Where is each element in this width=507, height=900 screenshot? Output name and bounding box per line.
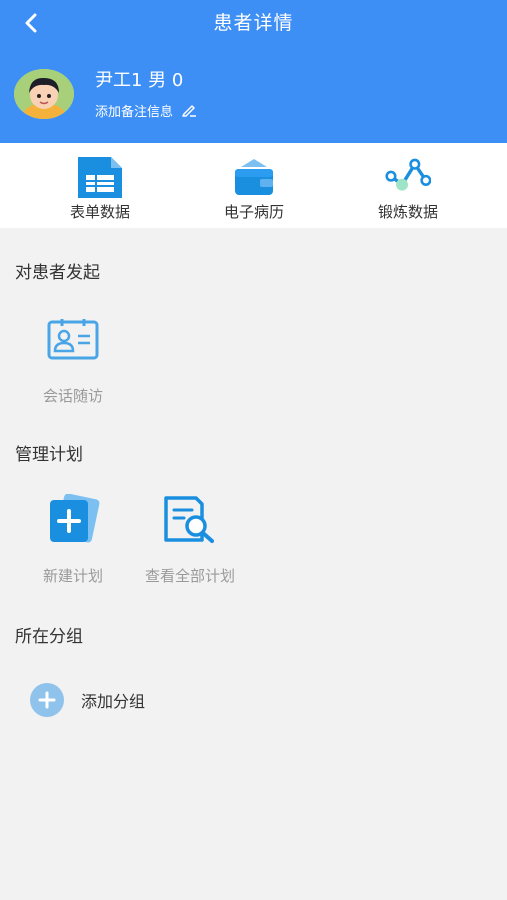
page-title: 患者详情 bbox=[213, 12, 294, 34]
initiate-section-title: 对患者发起 bbox=[15, 263, 100, 283]
form-sheet-icon bbox=[78, 157, 122, 198]
add-remark-button[interactable]: 添加备注信息 bbox=[95, 100, 197, 120]
patient-name: 尹工1 男 0 bbox=[95, 70, 184, 91]
new-plan-icon bbox=[50, 494, 100, 543]
pencil-icon bbox=[182, 105, 197, 117]
plus-circle-icon bbox=[30, 683, 64, 717]
search-document-icon bbox=[164, 496, 214, 543]
avatar[interactable] bbox=[14, 69, 74, 119]
session-followup-button[interactable]: 会话随访 bbox=[8, 313, 138, 413]
form-data-label: 表单数据 bbox=[69, 203, 130, 221]
quick-action-bar: 表单数据 电子病历 锻炼数据 bbox=[0, 143, 507, 228]
exercise-data-label: 锻炼数据 bbox=[377, 203, 438, 221]
add-remark-label: 添加备注信息 bbox=[95, 104, 174, 120]
new-plan-label: 新建计划 bbox=[42, 567, 103, 585]
medical-record-button[interactable]: 电子病历 bbox=[184, 143, 324, 228]
view-all-plans-button[interactable]: 查看全部计划 bbox=[125, 493, 255, 593]
session-followup-label: 会话随访 bbox=[42, 387, 103, 405]
plans-section-title: 管理计划 bbox=[15, 445, 83, 465]
form-data-button[interactable]: 表单数据 bbox=[30, 143, 170, 228]
add-group-button[interactable]: 添加分组 bbox=[30, 683, 145, 717]
medical-record-box-icon bbox=[235, 159, 273, 195]
medical-record-label: 电子病历 bbox=[223, 203, 284, 221]
id-card-icon bbox=[47, 319, 99, 360]
groups-section-title: 所在分组 bbox=[15, 627, 83, 647]
exercise-data-button[interactable]: 锻炼数据 bbox=[338, 143, 478, 228]
header-bar: 患者详情 尹工1 男 0 添加备注信息 bbox=[0, 0, 507, 143]
view-all-plans-label: 查看全部计划 bbox=[144, 567, 235, 585]
avatar-image bbox=[14, 69, 74, 119]
add-group-label: 添加分组 bbox=[81, 692, 146, 711]
exercise-chart-icon bbox=[385, 158, 431, 191]
new-plan-button[interactable]: 新建计划 bbox=[8, 493, 138, 593]
